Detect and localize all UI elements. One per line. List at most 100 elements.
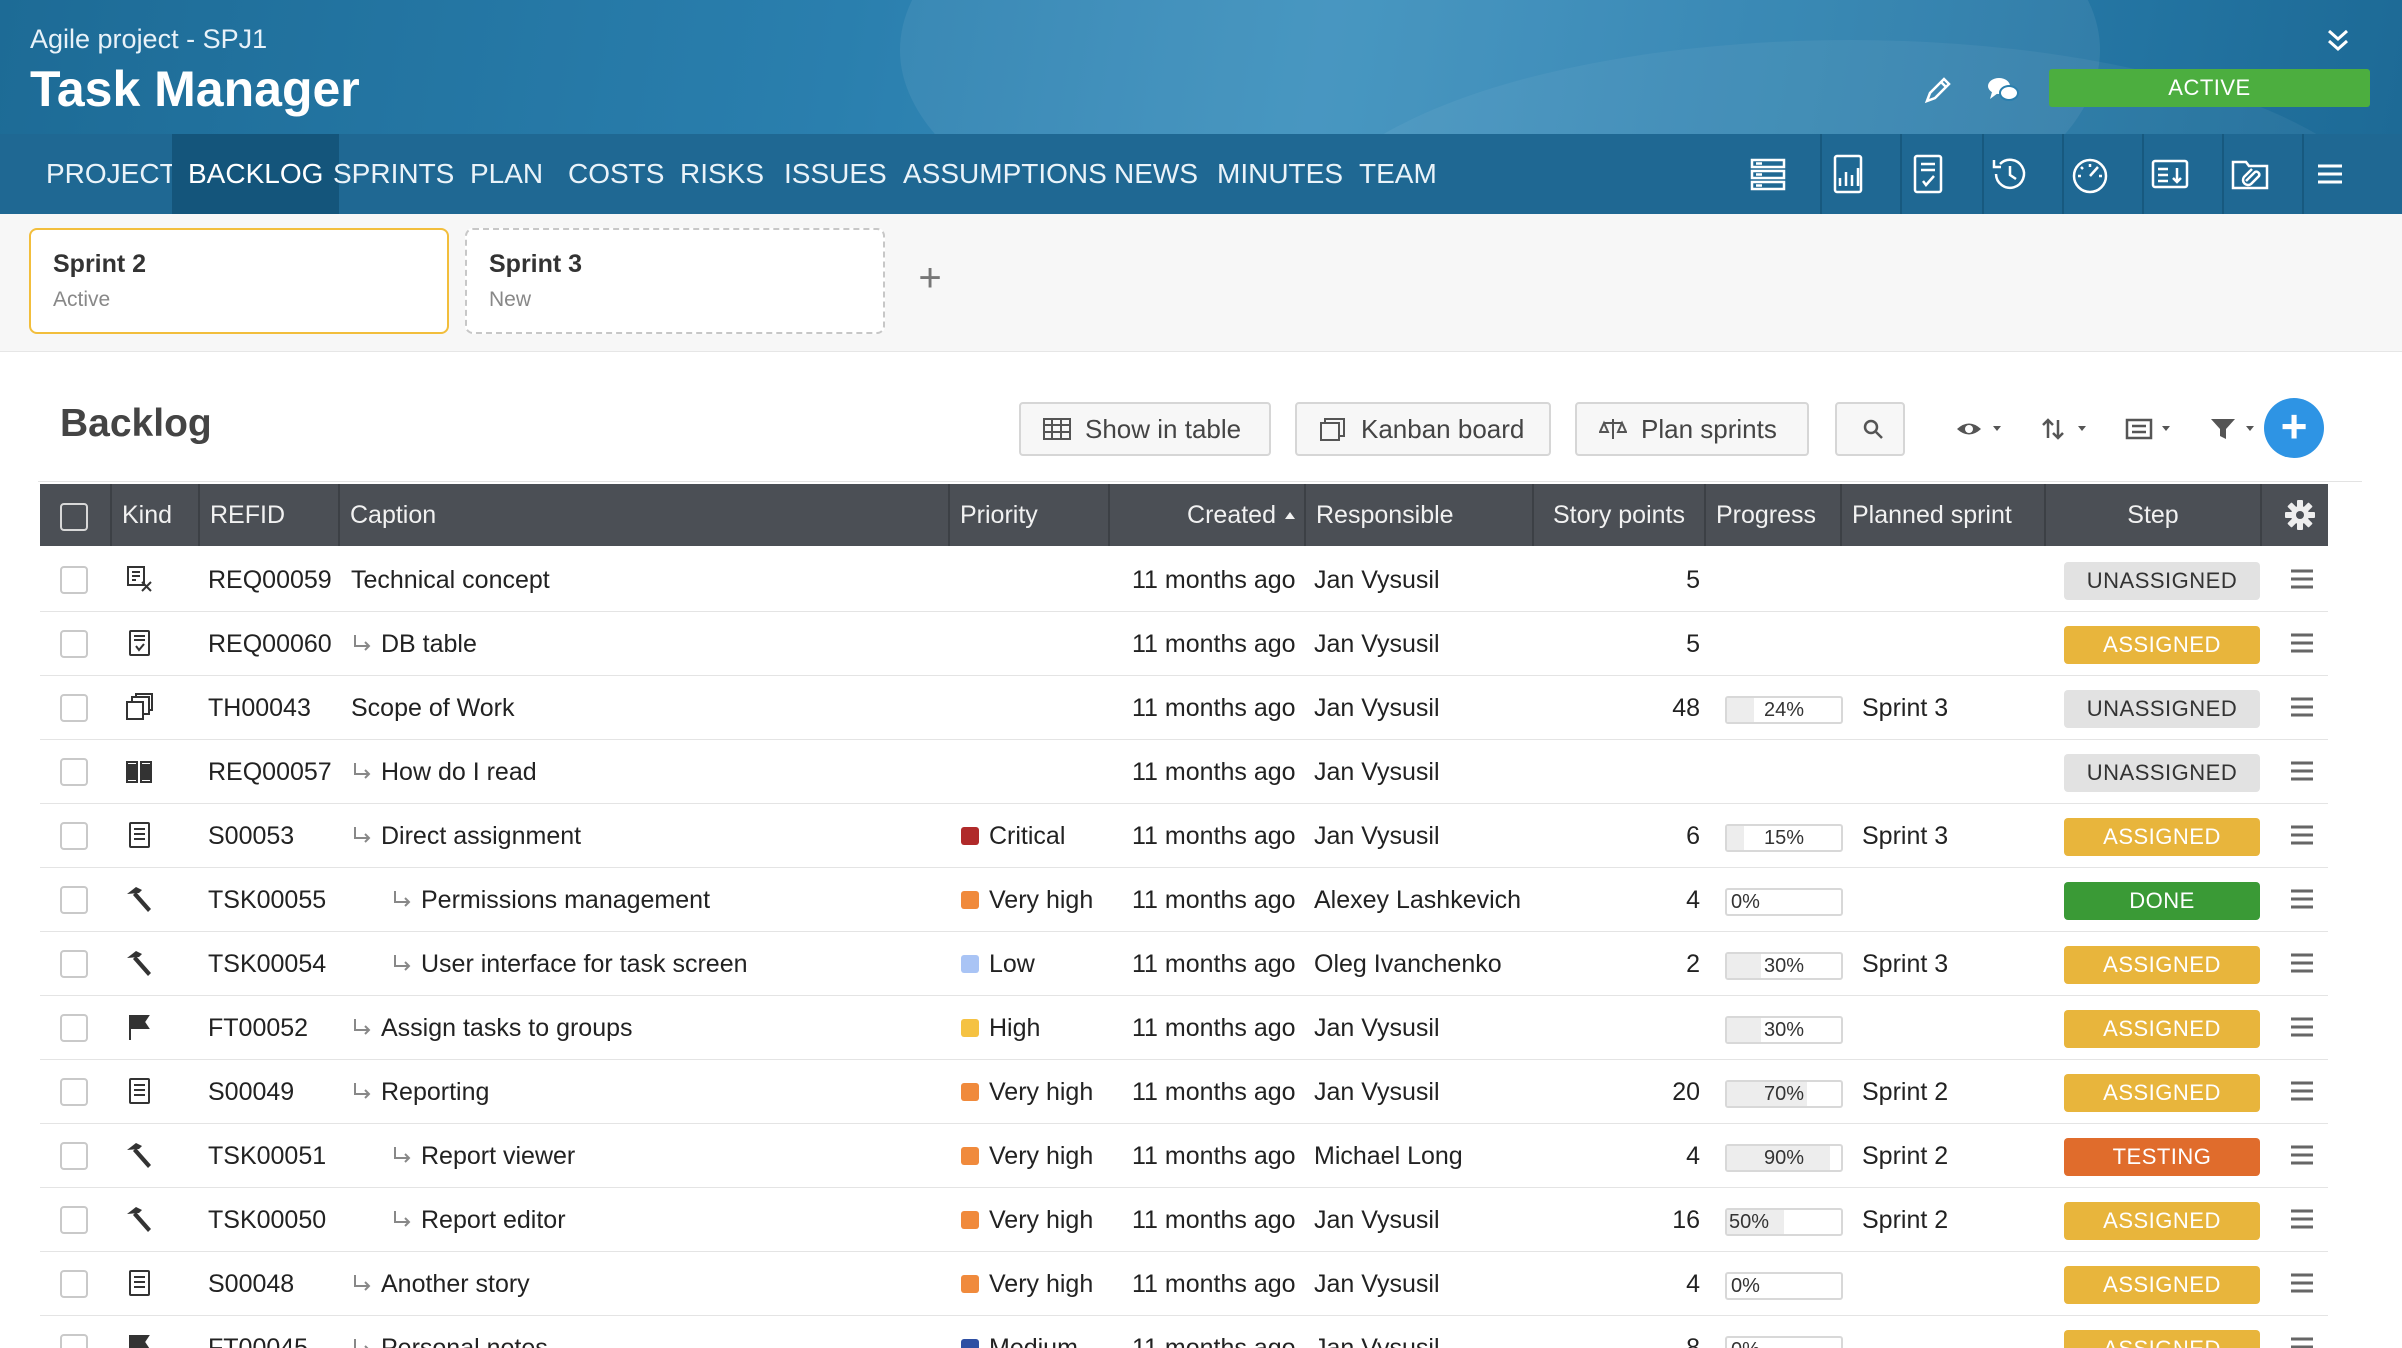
view-options-icon[interactable]	[1955, 414, 2011, 444]
refid-cell[interactable]: TH00043	[208, 676, 311, 740]
project-status-button[interactable]: ACTIVE	[2049, 69, 2370, 107]
step-badge[interactable]: TESTING	[2064, 1138, 2260, 1176]
col-step[interactable]: Step	[2046, 484, 2262, 546]
tab-assumptions[interactable]: ASSUMPTIONS	[887, 134, 1123, 214]
tab-costs[interactable]: COSTS	[552, 134, 680, 214]
caption-cell[interactable]: Another story	[351, 1252, 530, 1316]
tab-minutes[interactable]: MINUTES	[1201, 134, 1359, 214]
filter-icon[interactable]	[2208, 414, 2264, 444]
caption-cell[interactable]: Scope of Work	[351, 676, 515, 740]
row-checkbox[interactable]	[60, 822, 88, 850]
col-refid[interactable]: REFID	[200, 484, 340, 546]
table-row[interactable]: TSK00054 User interface for task screen Lo…	[40, 932, 2328, 996]
step-badge[interactable]: DONE	[2064, 882, 2260, 920]
caption-cell[interactable]: Report editor	[391, 1188, 566, 1252]
add-item-button[interactable]: +	[2264, 398, 2324, 458]
refid-cell[interactable]: TSK00051	[208, 1124, 326, 1188]
sprint-card-new[interactable]: Sprint 3 New	[465, 228, 885, 334]
col-responsible[interactable]: Responsible	[1306, 484, 1534, 546]
layout-icon[interactable]	[2124, 414, 2180, 444]
row-menu-icon[interactable]	[2288, 950, 2316, 976]
edit-table-icon[interactable]	[2144, 148, 2196, 200]
refid-cell[interactable]: REQ00059	[208, 548, 332, 612]
sprint-card-active[interactable]: Sprint 2 Active	[29, 228, 449, 334]
row-menu-icon[interactable]	[2288, 1142, 2316, 1168]
list-icon[interactable]	[1742, 148, 1794, 200]
caption-cell[interactable]: Reporting	[351, 1060, 489, 1124]
plan-sprints-button[interactable]: Plan sprints	[1575, 402, 1809, 456]
row-checkbox[interactable]	[60, 1334, 88, 1348]
refid-cell[interactable]: REQ00057	[208, 740, 332, 804]
tab-plan[interactable]: PLAN	[454, 134, 559, 214]
caption-cell[interactable]: Permissions management	[391, 868, 710, 932]
dashboard-icon[interactable]	[2064, 148, 2116, 200]
table-row[interactable]: REQ00057 How do I read 11 months ago Jan Vy…	[40, 740, 2328, 804]
row-menu-icon[interactable]	[2288, 566, 2316, 592]
sort-icon[interactable]	[2040, 414, 2096, 444]
checklist-icon[interactable]	[1902, 148, 1954, 200]
row-menu-icon[interactable]	[2288, 886, 2316, 912]
row-checkbox[interactable]	[60, 886, 88, 914]
tab-risks[interactable]: RISKS	[664, 134, 780, 214]
kanban-board-button[interactable]: Kanban board	[1295, 402, 1551, 456]
row-checkbox[interactable]	[60, 694, 88, 722]
caption-cell[interactable]: Assign tasks to groups	[351, 996, 633, 1060]
caption-cell[interactable]: How do I read	[351, 740, 537, 804]
refid-cell[interactable]: TSK00055	[208, 868, 326, 932]
hamburger-icon[interactable]	[2304, 148, 2356, 200]
add-sprint-icon[interactable]: +	[912, 258, 948, 298]
row-menu-icon[interactable]	[2288, 1078, 2316, 1104]
row-menu-icon[interactable]	[2288, 630, 2316, 656]
step-badge[interactable]: ASSIGNED	[2064, 1202, 2260, 1240]
table-row[interactable]: REQ00059 Technical concept 11 months ago Ja…	[40, 548, 2328, 612]
step-badge[interactable]: ASSIGNED	[2064, 1266, 2260, 1304]
tab-issues[interactable]: ISSUES	[768, 134, 903, 214]
row-menu-icon[interactable]	[2288, 1206, 2316, 1232]
caption-cell[interactable]: Personal notes	[351, 1316, 548, 1348]
tab-news[interactable]: NEWS	[1098, 134, 1214, 214]
refid-cell[interactable]: S00053	[208, 804, 294, 868]
row-checkbox[interactable]	[60, 1078, 88, 1106]
row-menu-icon[interactable]	[2288, 758, 2316, 784]
step-badge[interactable]: ASSIGNED	[2064, 1010, 2260, 1048]
history-icon[interactable]	[1984, 148, 2036, 200]
caption-cell[interactable]: Direct assignment	[351, 804, 581, 868]
row-checkbox[interactable]	[60, 1270, 88, 1298]
caption-cell[interactable]: Technical concept	[351, 548, 550, 612]
row-checkbox[interactable]	[60, 1206, 88, 1234]
gear-icon[interactable]	[2282, 497, 2318, 533]
col-planned-sprint[interactable]: Planned sprint	[1842, 484, 2046, 546]
select-all-checkbox[interactable]	[60, 503, 88, 531]
table-row[interactable]: TSK00051 Report viewer Very high 11 months …	[40, 1124, 2328, 1188]
table-row[interactable]: TSK00050 Report editor Very high 11 months …	[40, 1188, 2328, 1252]
table-row[interactable]: S00048 Another story Very high 11 months ag…	[40, 1252, 2328, 1316]
collapse-icon[interactable]	[2320, 22, 2356, 58]
col-progress[interactable]: Progress	[1706, 484, 1842, 546]
row-checkbox[interactable]	[60, 1142, 88, 1170]
caption-cell[interactable]: User interface for task screen	[391, 932, 748, 996]
table-row[interactable]: S00049 Reporting Very high 11 months ago Jan…	[40, 1060, 2328, 1124]
row-menu-icon[interactable]	[2288, 694, 2316, 720]
row-menu-icon[interactable]	[2288, 822, 2316, 848]
search-button[interactable]	[1835, 402, 1905, 456]
caption-cell[interactable]: Report viewer	[391, 1124, 575, 1188]
refid-cell[interactable]: FT00052	[208, 996, 308, 1060]
table-row[interactable]: FT00045 Personal notes Medium 11 months ago…	[40, 1316, 2328, 1348]
col-priority[interactable]: Priority	[950, 484, 1110, 546]
table-row[interactable]: TH00043 Scope of Work 11 months ago Jan Vys…	[40, 676, 2328, 740]
refid-cell[interactable]: TSK00050	[208, 1188, 326, 1252]
refid-cell[interactable]: FT00045	[208, 1316, 308, 1348]
pencil-icon[interactable]	[1920, 72, 1956, 108]
refid-cell[interactable]: S00048	[208, 1252, 294, 1316]
row-checkbox[interactable]	[60, 758, 88, 786]
table-row[interactable]: REQ00060 DB table 11 months ago Jan Vysusil…	[40, 612, 2328, 676]
tab-sprints[interactable]: SPRINTS	[317, 134, 470, 214]
show-in-table-button[interactable]: Show in table	[1019, 402, 1271, 456]
row-menu-icon[interactable]	[2288, 1334, 2316, 1348]
table-row[interactable]: FT00052 Assign tasks to groups High 11 mont…	[40, 996, 2328, 1060]
step-badge[interactable]: UNASSIGNED	[2064, 690, 2260, 728]
tab-project[interactable]: PROJECT	[30, 134, 193, 214]
tab-team[interactable]: TEAM	[1343, 134, 1453, 214]
step-badge[interactable]: UNASSIGNED	[2064, 562, 2260, 600]
step-badge[interactable]: ASSIGNED	[2064, 946, 2260, 984]
